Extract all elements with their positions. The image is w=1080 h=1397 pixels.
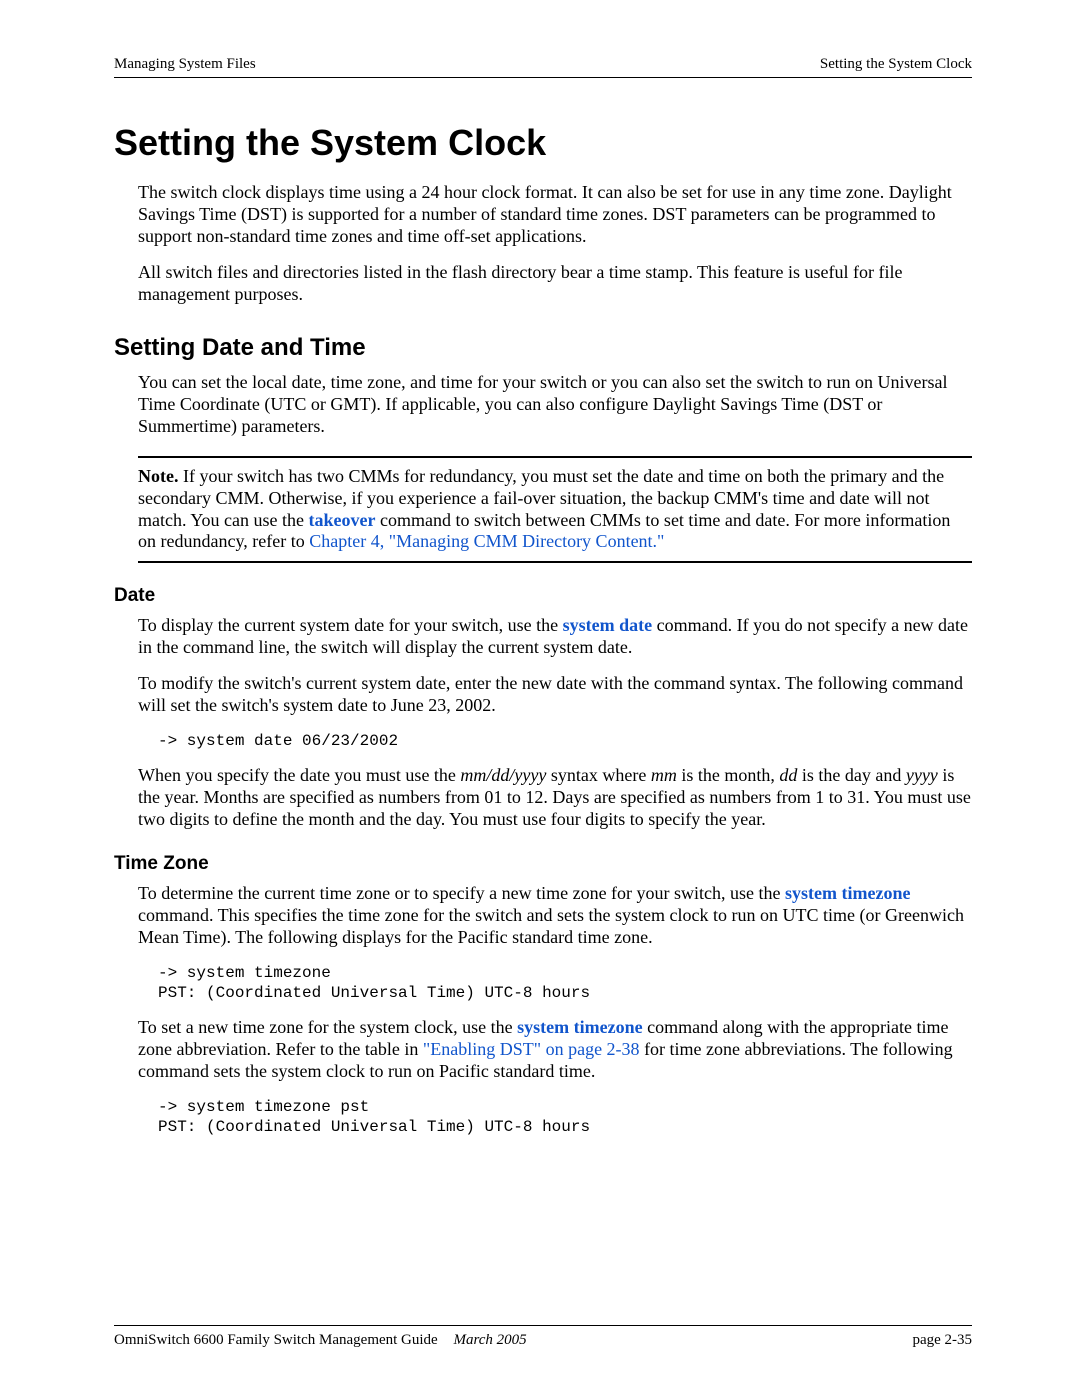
note-label: Note. [138,466,178,486]
intro-paragraph-1: The switch clock displays time using a 2… [138,182,972,248]
link-chapter-4[interactable]: Chapter 4, "Managing CMM Directory Conte… [309,531,664,551]
date-p3-b: syntax where [546,765,650,785]
tz-p2-a: To set a new time zone for the system cl… [138,1017,517,1037]
date-paragraph-2: To modify the switch's current system da… [138,673,972,717]
date-paragraph-1: To display the current system date for y… [138,615,972,659]
page: Managing System Files Setting the System… [0,0,1080,1397]
setting-date-time-paragraph: You can set the local date, time zone, a… [138,372,972,438]
header-left: Managing System Files [114,56,256,73]
date-p3-i2: mm [651,765,677,785]
date-p3-i1: mm/dd/yyyy [460,765,546,785]
link-enabling-dst[interactable]: "Enabling DST" on page 2-38 [423,1039,640,1059]
footer-left: OmniSwitch 6600 Family Switch Management… [114,1332,527,1349]
note-block: Note. If your switch has two CMMs for re… [138,456,972,564]
note-rule-bottom [138,561,972,563]
page-title: Setting the System Clock [114,122,972,164]
tz-p1-a: To determine the current time zone or to… [138,883,785,903]
subsection-date: Date [114,585,972,607]
date-p3-a: When you specify the date you must use t… [138,765,460,785]
date-paragraph-3: When you specify the date you must use t… [138,765,972,831]
date-p3-d: is the day and [797,765,905,785]
footer: OmniSwitch 6600 Family Switch Management… [114,1301,972,1349]
link-system-timezone-2[interactable]: system timezone [517,1017,642,1037]
date-p3-c: is the month, [677,765,780,785]
code-system-timezone-2: -> system timezone pst PST: (Coordinated… [158,1097,972,1137]
note-rule-top [138,456,972,458]
footer-guide: OmniSwitch 6600 Family Switch Management… [114,1332,438,1348]
date-p3-i3: dd [779,765,797,785]
running-header: Managing System Files Setting the System… [114,56,972,78]
link-takeover[interactable]: takeover [308,510,375,530]
date-p1-a: To display the current system date for y… [138,615,563,635]
header-right: Setting the System Clock [820,56,972,73]
tz-paragraph-2: To set a new time zone for the system cl… [138,1017,972,1083]
footer-date: March 2005 [453,1332,526,1348]
tz-p1-b: command. This specifies the time zone fo… [138,905,964,947]
link-system-timezone-1[interactable]: system timezone [785,883,910,903]
footer-page: page 2-35 [912,1332,972,1349]
code-system-timezone-1: -> system timezone PST: (Coordinated Uni… [158,963,972,1003]
subsection-time-zone: Time Zone [114,853,972,875]
date-p3-i4: yyyy [906,765,938,785]
code-system-date: -> system date 06/23/2002 [158,731,972,751]
section-setting-date-and-time: Setting Date and Time [114,334,972,362]
intro-paragraph-2: All switch files and directories listed … [138,262,972,306]
link-system-date[interactable]: system date [563,615,652,635]
note-text: Note. If your switch has two CMMs for re… [138,466,972,554]
tz-paragraph-1: To determine the current time zone or to… [138,883,972,949]
